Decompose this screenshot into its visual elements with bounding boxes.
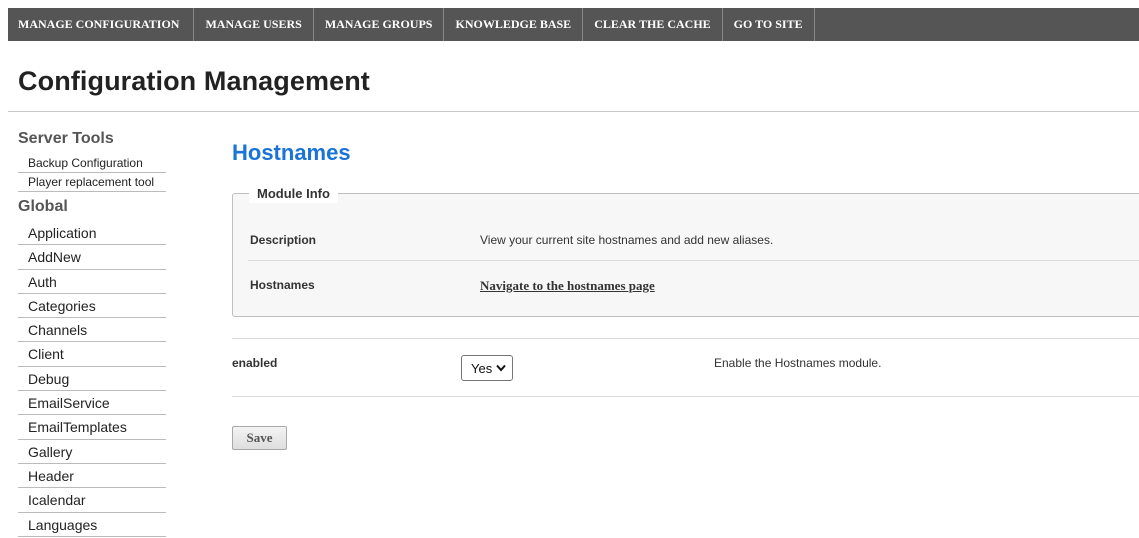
nav-knowledge-base[interactable]: KNOWLEDGE BASE bbox=[444, 8, 584, 41]
nav-go-to-site[interactable]: GO TO SITE bbox=[723, 8, 815, 41]
nav-clear-cache[interactable]: CLEAR THE CACHE bbox=[583, 8, 723, 41]
sidebar-item-emailtemplates[interactable]: EmailTemplates bbox=[18, 415, 166, 440]
sidebar-item-channels[interactable]: Channels bbox=[18, 318, 166, 343]
sidebar-item-debug[interactable]: Debug bbox=[18, 367, 166, 392]
sidebar-item-player-replacement-tool[interactable]: Player replacement tool bbox=[18, 173, 166, 192]
sidebar-item-client[interactable]: Client bbox=[18, 342, 166, 367]
enabled-select[interactable]: Yes bbox=[461, 355, 513, 381]
nav-manage-users[interactable]: MANAGE USERS bbox=[194, 8, 314, 41]
sidebar-item-header[interactable]: Header bbox=[18, 464, 166, 489]
setting-divider-bottom bbox=[232, 396, 1139, 397]
nav-manage-configuration[interactable]: MANAGE CONFIGURATION bbox=[8, 8, 195, 41]
chevron-down-icon bbox=[496, 364, 506, 372]
sidebar-item-categories[interactable]: Categories bbox=[18, 294, 166, 319]
top-navigation: MANAGE CONFIGURATION MANAGE USERS MANAGE… bbox=[8, 8, 1139, 41]
sidebar-heading-server-tools: Server Tools bbox=[18, 130, 114, 147]
sidebar-item-auth[interactable]: Auth bbox=[18, 270, 166, 294]
nav-manage-groups[interactable]: MANAGE GROUPS bbox=[314, 8, 445, 41]
page-title: Configuration Management bbox=[18, 66, 370, 96]
sidebar-item-backup-configuration[interactable]: Backup Configuration bbox=[18, 154, 166, 173]
title-divider bbox=[8, 111, 1139, 112]
sidebar-item-emailservice[interactable]: EmailService bbox=[18, 391, 166, 416]
save-button[interactable]: Save bbox=[232, 426, 287, 450]
description-value: View your current site hostnames and add… bbox=[480, 233, 774, 247]
enabled-setting-label: enabled bbox=[232, 356, 278, 370]
sidebar-heading-global: Global bbox=[18, 198, 68, 215]
hostnames-label: Hostnames bbox=[250, 278, 315, 292]
fieldset-divider bbox=[248, 260, 1139, 261]
module-info-fieldset: Module Info Description View your curren… bbox=[232, 185, 1139, 317]
enabled-setting-description: Enable the Hostnames module. bbox=[714, 356, 882, 370]
module-title: Hostnames bbox=[232, 140, 351, 165]
hostnames-page-link[interactable]: Navigate to the hostnames page bbox=[480, 278, 655, 294]
sidebar-item-application[interactable]: Application bbox=[18, 221, 166, 246]
module-info-legend: Module Info bbox=[249, 185, 338, 203]
enabled-select-value: Yes bbox=[471, 360, 493, 376]
sidebar-item-languages[interactable]: Languages bbox=[18, 513, 166, 537]
sidebar-item-gallery[interactable]: Gallery bbox=[18, 440, 166, 464]
setting-divider-top bbox=[232, 338, 1139, 339]
sidebar-item-addnew[interactable]: AddNew bbox=[18, 245, 166, 270]
sidebar: Server Tools Backup Configuration Player… bbox=[18, 130, 166, 537]
description-label: Description bbox=[250, 233, 317, 247]
sidebar-item-icalendar[interactable]: Icalendar bbox=[18, 488, 166, 513]
